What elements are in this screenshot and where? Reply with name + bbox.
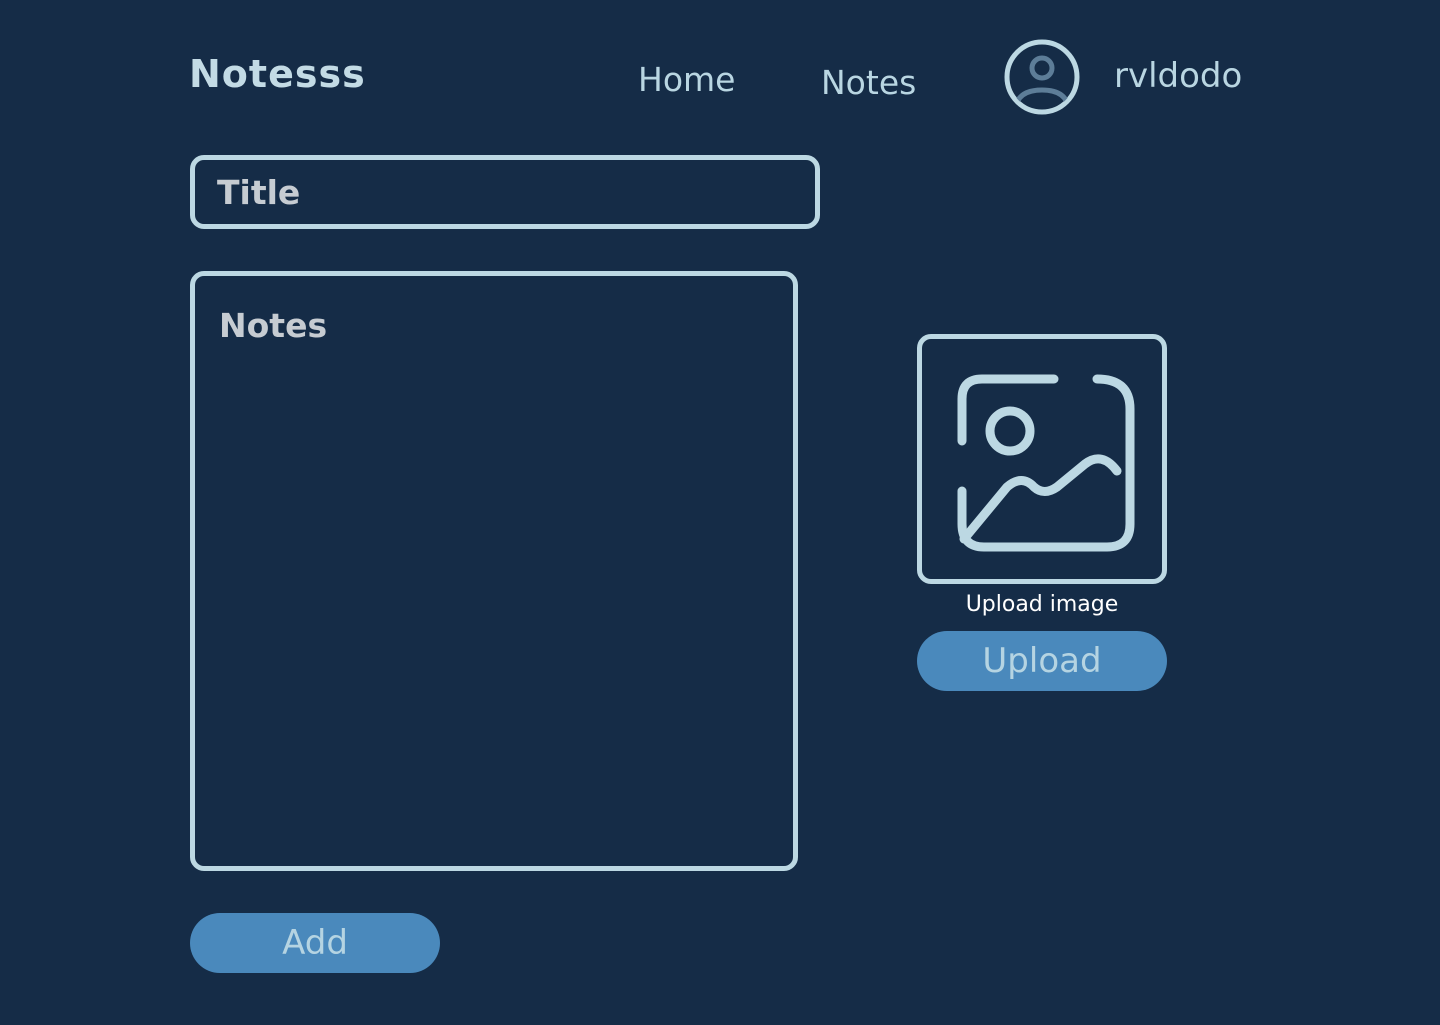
- add-button[interactable]: Add: [190, 913, 440, 973]
- avatar[interactable]: [1003, 38, 1081, 116]
- user-circle-icon: [1004, 39, 1080, 115]
- image-icon: [957, 374, 1135, 552]
- nav-notes[interactable]: Notes: [821, 63, 916, 102]
- upload-button[interactable]: Upload: [917, 631, 1167, 691]
- app-logo[interactable]: Notesss: [189, 52, 366, 96]
- image-upload-area[interactable]: [917, 334, 1167, 584]
- title-input[interactable]: [190, 155, 820, 229]
- upload-image-label: Upload image: [965, 592, 1119, 617]
- notes-input[interactable]: [190, 271, 798, 871]
- nav-home[interactable]: Home: [638, 60, 735, 99]
- username[interactable]: rvldodo: [1114, 56, 1242, 96]
